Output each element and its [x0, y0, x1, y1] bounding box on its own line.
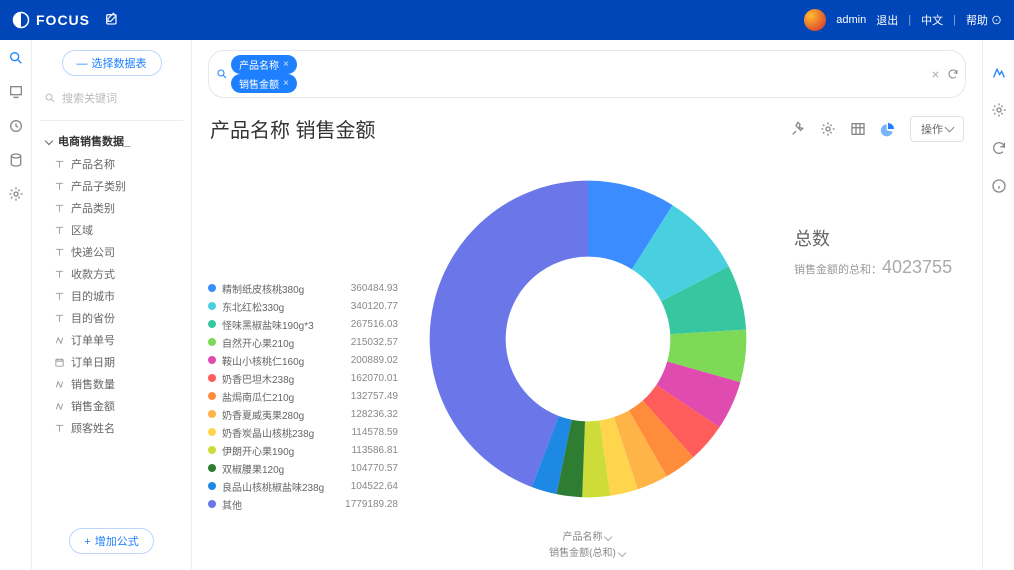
field-type-icon	[54, 379, 65, 390]
field-item[interactable]: 顾客姓名	[54, 417, 183, 439]
brand-logo: FOCUS	[12, 11, 90, 29]
legend-item[interactable]: 奶香炭晶山核桃238g114578.59	[208, 423, 398, 441]
legend-item[interactable]: 鞍山小核桃仁160g200889.02	[208, 351, 398, 369]
legend-item[interactable]: 东北红松330g340120.77	[208, 297, 398, 315]
legend-item[interactable]: 奶香夏威夷果280g128236.32	[208, 405, 398, 423]
chart-legend: 精制纸皮核桃380g360484.93东北红松330g340120.77怪味黑椒…	[208, 149, 398, 529]
field-item[interactable]: 销售数量	[54, 373, 183, 395]
avatar[interactable]	[804, 9, 826, 31]
legend-item[interactable]: 良品山核桃椒盐味238g104522.64	[208, 477, 398, 495]
gear-icon[interactable]	[820, 121, 836, 137]
field-item[interactable]: 目的省份	[54, 307, 183, 329]
field-type-icon	[54, 291, 65, 302]
field-item[interactable]: 快递公司	[54, 241, 183, 263]
legend-item[interactable]: 盐焗南瓜仁210g132757.49	[208, 387, 398, 405]
field-type-icon	[54, 225, 65, 236]
nav-settings-icon[interactable]	[8, 186, 24, 202]
field-type-icon	[54, 357, 65, 368]
legend-item[interactable]: 精制纸皮核桃380g360484.93	[208, 279, 398, 297]
field-item[interactable]: 收款方式	[54, 263, 183, 285]
field-type-icon	[54, 269, 65, 280]
page-title: 产品名称 销售金额	[210, 114, 376, 143]
field-type-icon	[54, 159, 65, 170]
field-item[interactable]: 销售金额	[54, 395, 183, 417]
username[interactable]: admin	[836, 14, 866, 26]
legend-item[interactable]: 双椒腰果120g104770.57	[208, 459, 398, 477]
legend-item[interactable]: 自然开心果210g215032.57	[208, 333, 398, 351]
info-icon[interactable]	[991, 178, 1007, 194]
help-link[interactable]: 帮助 ⊙	[966, 12, 1002, 28]
field-type-icon	[54, 247, 65, 258]
field-type-icon	[54, 423, 65, 434]
query-bar[interactable]: 产品名称 ×销售金额 ×	[208, 50, 966, 98]
legend-item[interactable]: 其他1779189.28	[208, 495, 398, 513]
chart-icon[interactable]	[880, 121, 896, 137]
chart-settings-icon[interactable]	[991, 102, 1007, 118]
field-item[interactable]: 目的城市	[54, 285, 183, 307]
nav-search-icon[interactable]	[8, 50, 24, 66]
clear-icon[interactable]	[930, 69, 941, 80]
field-type-icon	[54, 335, 65, 346]
field-group[interactable]: 电商销售数据_	[40, 129, 183, 153]
search-icon	[216, 68, 228, 80]
legend-item[interactable]: 奶香巴坦木238g162070.01	[208, 369, 398, 387]
donut-chart[interactable]	[398, 149, 778, 529]
field-item[interactable]: 产品名称	[54, 153, 183, 175]
nav-data-icon[interactable]	[8, 152, 24, 168]
nav-dashboard-icon[interactable]	[8, 84, 24, 100]
close-icon[interactable]: ×	[283, 78, 289, 89]
chart-style-icon[interactable]	[991, 64, 1007, 80]
query-tag[interactable]: 产品名称 ×	[231, 55, 297, 74]
close-icon[interactable]: ×	[283, 59, 289, 70]
field-item[interactable]: 产品子类别	[54, 175, 183, 197]
field-item[interactable]: 订单日期	[54, 351, 183, 373]
logout-link[interactable]: 退出	[876, 12, 898, 28]
ops-button[interactable]: 操作	[910, 116, 964, 142]
edit-icon[interactable]	[104, 12, 120, 28]
lang-toggle[interactable]: 中文	[921, 12, 943, 28]
field-item[interactable]: 订单单号	[54, 329, 183, 351]
chart-caption[interactable]: 产品名称 销售金额(总和)	[549, 530, 625, 562]
legend-item[interactable]: 怪味黑椒盐味190g*3267516.03	[208, 315, 398, 333]
field-type-icon	[54, 401, 65, 412]
table-icon[interactable]	[850, 121, 866, 137]
reload-icon[interactable]	[991, 140, 1007, 156]
add-formula-button[interactable]: +增加公式	[69, 528, 153, 554]
query-tag[interactable]: 销售金额 ×	[231, 74, 297, 93]
refresh-icon[interactable]	[947, 68, 959, 80]
select-source-button[interactable]: —选择数据表	[62, 50, 162, 76]
field-item[interactable]: 区域	[54, 219, 183, 241]
field-item[interactable]: 产品类别	[54, 197, 183, 219]
totals-panel: 总数 销售金额的总和：4023755	[778, 149, 952, 529]
search-input[interactable]: 搜索关键词	[44, 90, 179, 106]
nav-history-icon[interactable]	[8, 118, 24, 134]
legend-item[interactable]: 伊朗开心果190g113586.81	[208, 441, 398, 459]
field-type-icon	[54, 313, 65, 324]
pin-icon[interactable]	[790, 121, 806, 137]
field-type-icon	[54, 203, 65, 214]
field-type-icon	[54, 181, 65, 192]
